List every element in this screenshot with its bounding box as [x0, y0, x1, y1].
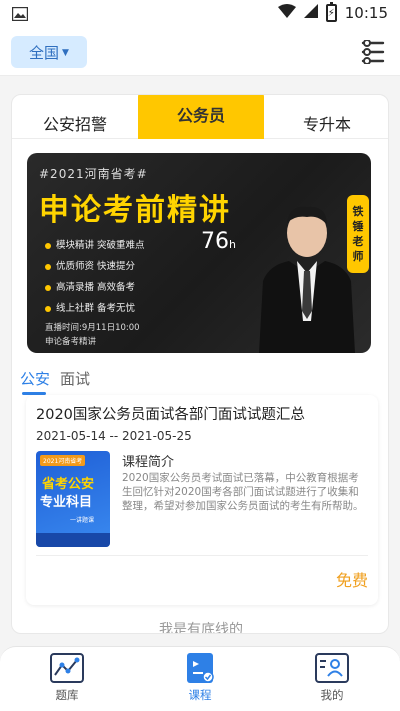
region-label: 全国 [29, 43, 60, 62]
banner-footer: 直播时间:9月11日10:00 申论备考精讲 [45, 321, 140, 349]
wifi-icon [277, 4, 296, 22]
cover-bottom-strip [36, 533, 110, 547]
status-bar: ⚡ 10:15 [0, 0, 400, 28]
teacher-photo [259, 206, 355, 353]
price-label: 免费 [335, 571, 368, 590]
course-title: 2020国家公务员面试各部门面试试题汇总 [36, 407, 305, 423]
end-of-list-text: 我是有底线的 [159, 622, 243, 634]
profile-icon [315, 653, 349, 683]
tab-civil-servant[interactable]: 公务员 [138, 95, 264, 139]
banner-title: 申论考前精讲 [39, 193, 231, 228]
cover-badge: 2021河南省考 [40, 455, 86, 466]
intro-label: 课程简介 [122, 455, 175, 470]
teacher-label: 铁 锤 老 师 [347, 195, 369, 273]
content-card: 公安招警 公务员 专升本 #2021河南省考# 申论考前精讲 模块精讲 突破重难… [11, 94, 389, 634]
banner-features: 模块精讲 突破重难点 优质师资 快速提分 高清录播 高效备考 线上社群 备考无忧 [45, 235, 145, 319]
subtab-interview[interactable]: 面试 [60, 368, 90, 389]
tab-police[interactable]: 公安招警 [12, 101, 138, 145]
course-card[interactable]: 2020国家公务员面试各部门面试试题汇总 2021-05-14 -- 2021-… [26, 395, 378, 605]
region-selector[interactable]: 全国 ▼ [11, 36, 87, 68]
banner-live-time: 直播时间:9月11日10:00 [45, 323, 140, 333]
signal-icon [303, 4, 318, 22]
cover-line1: 省考公安 [42, 477, 95, 492]
banner-feature: 线上社群 备考无忧 [45, 298, 145, 319]
intro-text: 2020国家公务员考试面试已落幕，中公教育根据考生回忆针对2020国考各部门面试… [122, 472, 364, 512]
cover-line3: 一讲题课 [70, 517, 95, 524]
course-icon [187, 653, 214, 683]
top-bar: 全国 ▼ [0, 28, 400, 76]
bullet-icon [45, 284, 51, 291]
battery-icon: ⚡ [325, 2, 337, 22]
subtab-police[interactable]: 公安 [20, 368, 50, 395]
chart-icon [50, 653, 84, 683]
banner-hashtag: #2021河南省考# [39, 167, 148, 181]
nav-course[interactable]: 课程 [160, 653, 240, 703]
banner-footer-label: 申论备考精讲 [45, 337, 97, 347]
banner-feature: 模块精讲 突破重难点 [45, 235, 145, 256]
nav-profile[interactable]: 我的 [292, 653, 372, 703]
bottom-nav: 题库 课程 我的 [0, 646, 400, 711]
banner-feature: 优质师资 快速提分 [45, 256, 145, 277]
sub-tabs: 公安 面试 [20, 365, 380, 395]
cover-line2: 专业科目 [40, 495, 93, 510]
caret-down-icon: ▼ [62, 48, 69, 58]
bullet-icon [45, 263, 51, 270]
bullet-icon [45, 242, 51, 249]
course-cover: 2021河南省考 省考公安 专业科目 一讲题课 [36, 451, 110, 547]
status-time: 10:15 [344, 4, 388, 22]
tab-upgrade[interactable]: 专升本 [264, 101, 388, 145]
banner-hours: 76h [201, 229, 236, 254]
banner-feature: 高清录播 高效备考 [45, 277, 145, 298]
divider [36, 555, 368, 556]
menu-icon[interactable] [360, 39, 386, 65]
bullet-icon [45, 305, 51, 312]
image-notification-icon [11, 6, 29, 25]
course-date: 2021-05-14 -- 2021-05-25 [36, 429, 192, 443]
promo-banner[interactable]: #2021河南省考# 申论考前精讲 模块精讲 突破重难点 优质师资 快速提分 高… [27, 153, 371, 353]
nav-question-bank[interactable]: 题库 [27, 653, 107, 703]
category-tabs: 公安招警 公务员 专升本 [12, 95, 388, 139]
